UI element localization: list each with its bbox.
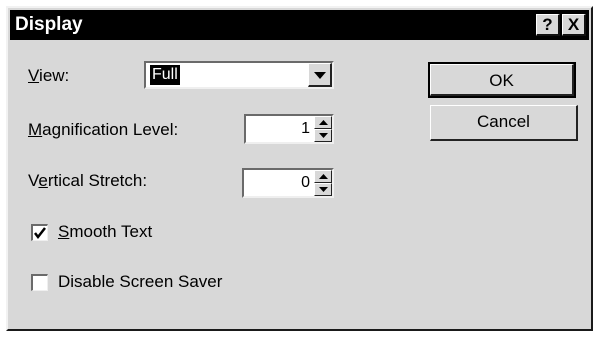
view-selected-value: Full [150, 65, 180, 85]
ok-button[interactable]: OK [428, 62, 576, 98]
vertical-stretch-down-button[interactable] [314, 183, 332, 196]
help-button[interactable]: ? [536, 14, 560, 36]
window-title: Display [15, 14, 83, 35]
close-button[interactable]: X [562, 14, 586, 36]
smooth-text-label[interactable]: Smooth Text [58, 222, 152, 242]
arrow-up-icon [319, 174, 328, 179]
title-bar: Display ? X [10, 10, 589, 40]
vertical-stretch-value[interactable]: 0 [301, 174, 310, 192]
view-dropdown[interactable]: Full [144, 61, 334, 89]
cancel-button[interactable]: Cancel [430, 105, 578, 141]
vertical-stretch-spin-arrows [314, 170, 332, 196]
magnification-value[interactable]: 1 [301, 120, 310, 138]
display-dialog: Display ? X View: Full Magnification Lev… [6, 6, 593, 331]
smooth-text-label-rest: mooth Text [69, 222, 153, 241]
vertical-stretch-label-rest: rtical Stretch: [47, 171, 148, 190]
disable-screen-saver-checkbox[interactable] [31, 274, 48, 291]
ok-button-face: OK [430, 64, 574, 96]
vertical-stretch-spinner[interactable]: 0 [242, 168, 334, 198]
arrow-down-icon [319, 187, 328, 192]
view-label-accel: V [28, 66, 40, 85]
smooth-text-label-accel: S [58, 222, 70, 241]
magnification-up-button[interactable] [314, 116, 332, 129]
vertical-stretch-up-button[interactable] [314, 170, 332, 183]
magnification-label: Magnification Level: [28, 120, 178, 140]
view-label: View: [28, 66, 69, 86]
magnification-spinner[interactable]: 1 [244, 114, 334, 144]
arrow-down-icon [319, 133, 328, 138]
magnification-label-accel: M [28, 120, 43, 139]
vertical-stretch-label: Vertical Stretch: [28, 171, 147, 191]
magnification-label-rest: agnification Level: [42, 120, 179, 139]
vertical-stretch-label-accel: e [38, 171, 48, 190]
checkmark-icon [34, 227, 46, 240]
chevron-down-icon [314, 72, 326, 79]
magnification-spin-arrows [314, 116, 332, 142]
vertical-stretch-label-pre: V [28, 171, 39, 190]
view-dropdown-button[interactable] [308, 63, 332, 87]
smooth-text-checkbox[interactable] [31, 224, 48, 241]
magnification-down-button[interactable] [314, 129, 332, 142]
disable-screen-saver-label[interactable]: Disable Screen Saver [58, 272, 222, 292]
arrow-up-icon [319, 120, 328, 125]
view-label-rest: iew: [39, 66, 70, 85]
